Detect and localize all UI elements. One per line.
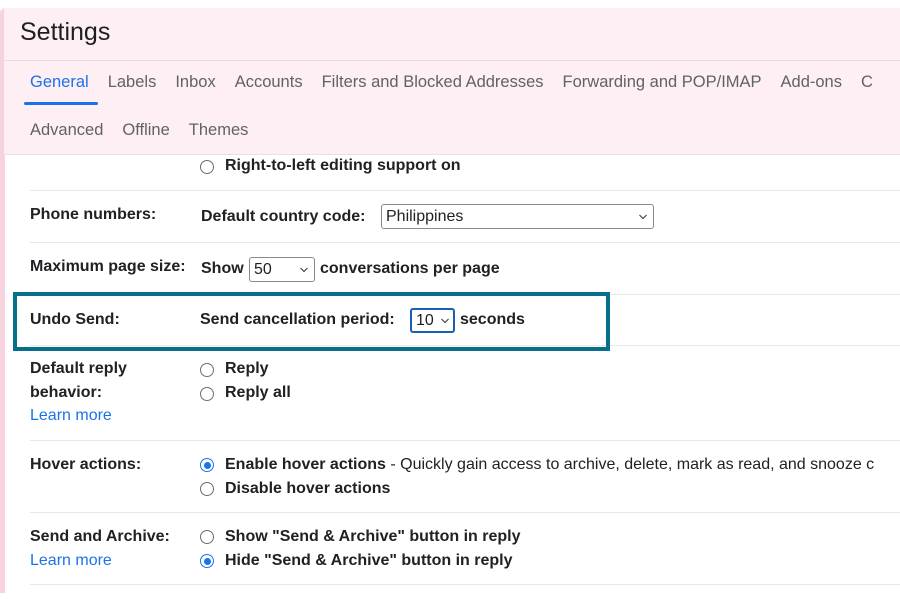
tab-offline[interactable]: Offline	[122, 121, 169, 145]
tab-accounts[interactable]: Accounts	[235, 73, 303, 97]
tab-chat[interactable]: C	[861, 73, 873, 97]
hide-send-archive-label: Hide "Send & Archive" button in reply	[225, 552, 513, 569]
tab-filters[interactable]: Filters and Blocked Addresses	[322, 73, 544, 97]
disable-hover-label: Disable hover actions	[225, 480, 391, 497]
tabs-row-1: General Labels Inbox Accounts Filters an…	[24, 73, 892, 105]
header-divider	[4, 60, 900, 61]
hide-send-archive-radio[interactable]	[200, 554, 214, 568]
chevron-down-icon	[639, 214, 647, 220]
send-archive-learn-more-link[interactable]: Learn more	[30, 552, 112, 570]
page-size-select[interactable]: 50	[249, 257, 315, 282]
tabs-row-2: Advanced Offline Themes	[30, 121, 267, 145]
page-title: Settings	[20, 18, 111, 46]
reply-radio[interactable]	[200, 363, 214, 377]
tab-general[interactable]: General	[24, 73, 98, 105]
row-divider	[30, 512, 900, 513]
tab-addons[interactable]: Add-ons	[781, 73, 842, 97]
country-code-label: Default country code:	[201, 208, 366, 225]
enable-hover-radio[interactable]	[200, 458, 214, 472]
reply-option-label: Reply	[225, 360, 269, 377]
send-archive-label: Send and Archive:	[30, 528, 170, 545]
rtl-on-radio[interactable]	[200, 160, 214, 174]
page-size-prefix: Show	[201, 260, 244, 277]
default-reply-label-line2: behavior:	[30, 384, 103, 401]
default-reply-label-line1: Default reply	[30, 360, 127, 377]
reply-learn-more-link[interactable]: Learn more	[30, 407, 112, 425]
show-send-archive-label: Show "Send & Archive" button in reply	[225, 528, 521, 545]
reply-all-radio[interactable]	[200, 387, 214, 401]
show-send-archive-radio[interactable]	[200, 530, 214, 544]
tab-inbox[interactable]: Inbox	[175, 73, 215, 97]
rtl-on-label: Right-to-left editing support on	[225, 157, 461, 174]
enable-hover-description: - Quickly gain access to archive, delete…	[385, 456, 875, 473]
hover-actions-label: Hover actions:	[30, 456, 142, 473]
country-code-value: Philippines	[386, 208, 464, 225]
phone-numbers-label: Phone numbers:	[30, 206, 157, 223]
row-divider	[30, 440, 900, 441]
page-size-suffix: conversations per page	[320, 260, 500, 277]
enable-hover-label: Enable hover actions	[225, 456, 386, 473]
tab-advanced[interactable]: Advanced	[30, 121, 103, 145]
undo-send-highlight-box	[13, 292, 610, 351]
enable-hover-option: Enable hover actions - Quickly gain acce…	[225, 456, 874, 474]
reply-all-option-label: Reply all	[225, 384, 291, 401]
row-divider	[30, 584, 900, 585]
settings-header: Settings General Labels Inbox Accounts F…	[4, 8, 900, 155]
page-size-value: 50	[254, 261, 272, 278]
tab-forwarding[interactable]: Forwarding and POP/IMAP	[563, 73, 762, 97]
max-page-size-label: Maximum page size:	[30, 258, 186, 275]
tab-themes[interactable]: Themes	[189, 121, 249, 145]
country-code-select[interactable]: Philippines	[381, 204, 654, 229]
disable-hover-radio[interactable]	[200, 482, 214, 496]
row-divider	[30, 190, 900, 191]
chevron-down-icon	[300, 267, 308, 273]
tab-labels[interactable]: Labels	[108, 73, 157, 97]
row-divider	[30, 242, 900, 243]
header-bottom-divider	[4, 154, 900, 155]
